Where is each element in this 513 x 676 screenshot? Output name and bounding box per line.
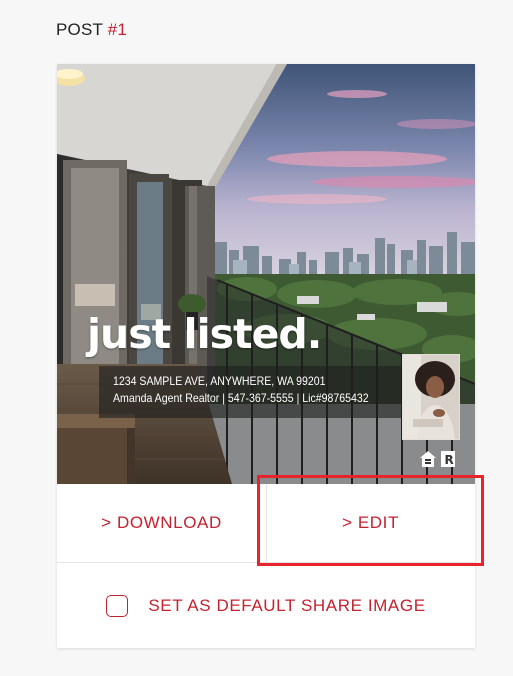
agent-info: Amanda Agent Realtor | 547-367-5555 | Li… [113, 391, 369, 405]
post-number: #1 [107, 20, 128, 39]
svg-text:R: R [445, 453, 454, 467]
default-share-option[interactable]: SET AS DEFAULT SHARE IMAGE [57, 563, 475, 648]
default-share-checkbox[interactable] [106, 594, 129, 617]
listing-address: 1234 SAMPLE AVE, ANYWHERE, WA 99201 [113, 374, 326, 388]
post-title: POST #1 [56, 20, 127, 40]
equal-housing-icon: R [420, 451, 455, 467]
default-share-label: SET AS DEFAULT SHARE IMAGE [148, 595, 426, 615]
edit-highlight-box [257, 475, 484, 566]
listing-info-box: 1234 SAMPLE AVE, ANYWHERE, WA 99201 Aman… [99, 366, 403, 418]
realtor-logos: R [419, 450, 459, 468]
download-button[interactable]: > DOWNLOAD [57, 484, 267, 562]
listing-photo: just listed. 1234 SAMPLE AVE, ANYWHERE, … [57, 64, 475, 484]
agent-portrait [402, 354, 460, 440]
listing-headline: just listed. [87, 310, 322, 358]
agent-portrait-image [403, 355, 459, 439]
post-label: POST [56, 20, 103, 39]
